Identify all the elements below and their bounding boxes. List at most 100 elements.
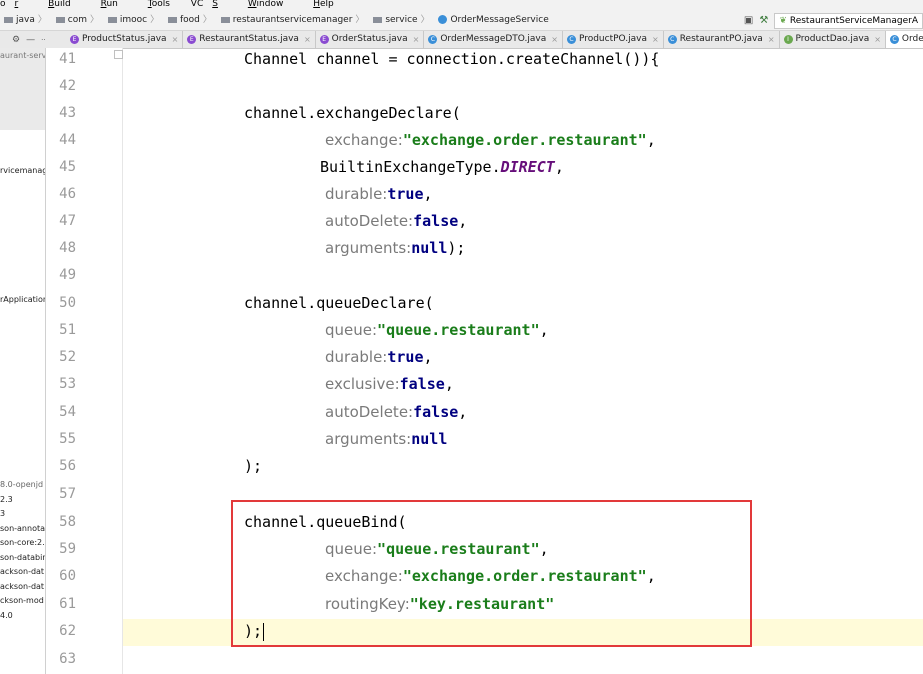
project-item[interactable]: son-annotat	[0, 524, 45, 534]
code-line[interactable]: durable:true,	[325, 181, 433, 208]
project-item[interactable]: ackson-dat	[0, 582, 44, 592]
code-line[interactable]: queue:"queue.restaurant",	[325, 536, 549, 563]
tab-productdao[interactable]: I ProductDao.java ×	[780, 31, 886, 48]
project-item[interactable]: son-databin	[0, 553, 45, 563]
code-line[interactable]: exchange:"exchange.order.restaurant",	[325, 563, 656, 590]
class-icon	[438, 15, 448, 24]
project-item[interactable]: 4.0	[0, 611, 13, 621]
param-hint: autoDelete:	[325, 403, 414, 421]
param-hint: routingKey:	[325, 595, 410, 613]
code-line[interactable]: channel.exchangeDeclare(	[244, 100, 461, 127]
code-line[interactable]: autoDelete:false,	[325, 208, 467, 235]
code-line[interactable]: Channel channel = connection.createChann…	[244, 46, 659, 73]
code-line[interactable]: autoDelete:false,	[325, 399, 467, 426]
folder-icon	[107, 16, 117, 23]
code-line[interactable]: queue:"queue.restaurant",	[325, 317, 549, 344]
class-icon: C	[428, 35, 438, 44]
line-number: 51	[59, 322, 76, 338]
close-icon[interactable]: ×	[172, 31, 179, 48]
line-number: 61	[59, 596, 76, 612]
line-number: 50	[59, 295, 76, 311]
menu-item-help[interactable]: Help	[304, 0, 343, 9]
param-hint: durable:	[325, 185, 388, 203]
code-line[interactable]: );	[244, 618, 265, 645]
text-caret	[263, 622, 265, 641]
code-line[interactable]: channel.queueDeclare(	[244, 290, 434, 317]
menu-item-tools[interactable]: Tools	[139, 0, 179, 9]
code-line[interactable]: arguments:null	[325, 426, 447, 453]
tab-productstatus[interactable]: E ProductStatus.java ×	[66, 31, 184, 48]
line-number: 54	[59, 404, 76, 420]
folder-icon	[4, 16, 13, 23]
line-number: 46	[59, 186, 76, 202]
spring-boot-icon: ❦	[779, 15, 787, 26]
breadcrumb-item[interactable]: food 〉	[164, 11, 212, 30]
interface-icon: I	[783, 35, 793, 44]
project-item[interactable]: rvicemanag	[0, 166, 45, 176]
build-hammer-icon[interactable]: ⚒	[759, 11, 768, 30]
project-item[interactable]: aurant-servi	[0, 51, 45, 61]
fold-icon[interactable]	[114, 50, 123, 59]
menu-item-window[interactable]: Window	[239, 0, 293, 9]
code-line[interactable]: BuiltinExchangeType.DIRECT,	[320, 154, 564, 181]
menu-item-vcs[interactable]: VC S	[191, 0, 227, 9]
line-number: 47	[59, 213, 76, 229]
line-number: 59	[59, 541, 76, 557]
run-configuration-select[interactable]: ❦ RestaurantServiceManagerA	[774, 12, 923, 29]
class-icon: C	[566, 35, 576, 44]
enum-icon: E	[187, 35, 197, 44]
line-number: 58	[59, 514, 76, 530]
breadcrumb-item[interactable]: imooc 〉	[104, 11, 159, 30]
folder-icon	[168, 16, 177, 23]
line-number: 60	[59, 568, 76, 584]
enum-icon: E	[319, 35, 329, 44]
line-number: 63	[59, 651, 76, 667]
folder-icon	[373, 16, 383, 23]
project-item[interactable]: 3	[0, 509, 5, 519]
class-icon: C	[667, 35, 677, 44]
enum-icon: E	[70, 35, 79, 44]
menu-item-build[interactable]: Build	[39, 0, 80, 9]
menu-item-run[interactable]: Run	[92, 0, 127, 9]
breadcrumb-item[interactable]: java 〉	[0, 11, 47, 30]
code-line[interactable]: );	[244, 453, 262, 480]
param-hint: queue:	[325, 540, 378, 558]
param-hint: exclusive:	[325, 375, 400, 393]
project-item[interactable]: 8.0-openjd	[0, 480, 43, 490]
line-number: 49	[59, 267, 76, 283]
project-item[interactable]: 2.3	[0, 495, 13, 505]
tab-scroll-icon[interactable]: ··	[41, 36, 45, 44]
class-icon: C	[889, 35, 899, 44]
menu-item-editor[interactable]: or	[0, 0, 27, 9]
breadcrumb-item[interactable]: com 〉	[52, 11, 99, 30]
project-item[interactable]: ckson-mod	[0, 596, 44, 606]
breadcrumb-current[interactable]: OrderMessageService	[434, 11, 549, 30]
project-item[interactable]: son-core:2.1	[0, 538, 45, 548]
line-number: 41	[59, 51, 76, 67]
close-icon[interactable]: ×	[768, 31, 775, 48]
line-number: 52	[59, 349, 76, 365]
project-item[interactable]: ackson-dat	[0, 567, 44, 577]
tab-restaurantpo[interactable]: C RestaurantPO.java ×	[664, 31, 780, 48]
line-number: 55	[59, 431, 76, 447]
code-line[interactable]: exchange:"exchange.order.restaurant",	[325, 127, 656, 154]
line-number: 56	[59, 458, 76, 474]
code-line[interactable]: channel.queueBind(	[244, 509, 407, 536]
close-icon[interactable]: ×	[874, 31, 881, 48]
project-item[interactable]: rApplication	[0, 295, 45, 305]
breadcrumb-item[interactable]: restaurantservicemanager 〉	[217, 11, 364, 30]
layout-icon[interactable]: ▣	[744, 11, 753, 30]
code-line[interactable]: arguments:null);	[325, 235, 465, 262]
gear-icon[interactable]: ⚙	[12, 35, 20, 45]
param-hint: queue:	[325, 321, 378, 339]
code-line[interactable]: exclusive:false,	[325, 371, 454, 398]
tab-ordermessageservice[interactable]: COrderMessageService.ja	[885, 31, 923, 48]
current-line-highlight	[123, 619, 923, 646]
breadcrumb-item[interactable]: service 〉	[369, 11, 430, 30]
param-hint: exchange:	[325, 567, 403, 585]
code-line[interactable]: durable:true,	[325, 344, 433, 371]
hide-panel-icon[interactable]: —	[26, 35, 35, 45]
code-line[interactable]: routingKey:"key.restaurant"	[325, 591, 554, 618]
line-number: 62	[59, 623, 76, 639]
line-number: 44	[59, 132, 76, 148]
